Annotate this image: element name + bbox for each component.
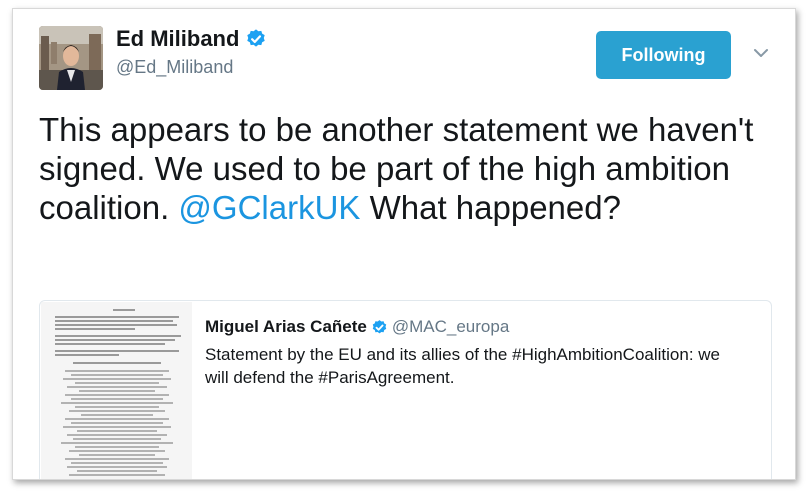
quoted-tweet[interactable]: Miguel Arias Cañete @MAC_europa Statemen… [39, 300, 772, 479]
chevron-down-icon[interactable] [751, 43, 771, 63]
following-button[interactable]: Following [596, 31, 731, 79]
tweet-text: This appears to be another statement we … [39, 110, 759, 227]
author-name[interactable]: Ed Miliband [116, 26, 239, 52]
quoted-tweet-thumbnail [41, 302, 192, 479]
verified-badge-icon [247, 29, 266, 47]
avatar-photo [39, 26, 103, 90]
tweet-card: Ed Miliband @Ed_Miliband Following This … [12, 8, 796, 480]
quoted-tweet-text: Statement by the EU and its allies of th… [205, 345, 720, 387]
avatar[interactable] [39, 26, 103, 90]
verified-badge-icon [372, 319, 387, 333]
author-name-row: Ed Miliband [116, 26, 267, 52]
quoted-author-name[interactable]: Miguel Arias Cañete [205, 317, 367, 337]
quoted-author-row: Miguel Arias Cañete @MAC_europa [205, 317, 509, 337]
tweet-text-part: What happened? [360, 189, 621, 226]
mention-link[interactable]: @GClarkUK [178, 189, 360, 226]
statement-document-image [41, 302, 192, 479]
author-handle[interactable]: @Ed_Miliband [116, 57, 233, 78]
quoted-author-handle[interactable]: @MAC_europa [392, 317, 509, 337]
